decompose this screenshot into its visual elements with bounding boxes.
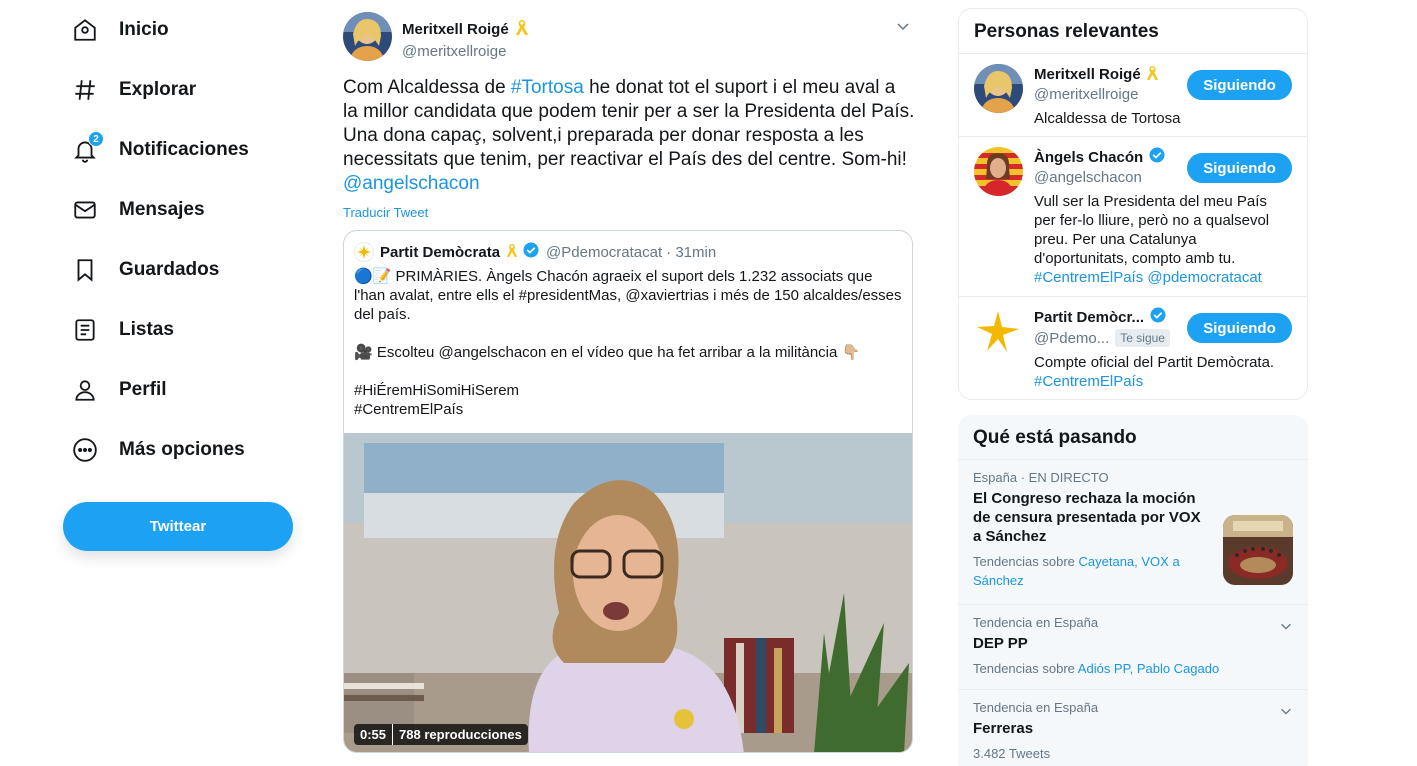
video-meta: 0:55 788 reproducciones — [354, 724, 528, 745]
nav-label: Notificaciones — [119, 139, 249, 160]
bookmark-icon — [72, 257, 98, 283]
nav-item-home[interactable]: Inicio — [60, 0, 320, 60]
nav-label: Más opciones — [119, 439, 245, 460]
person-name[interactable]: Àngels Chacón — [1034, 149, 1143, 166]
nav-item-bookmarks[interactable]: Guardados — [60, 240, 320, 300]
video-frame — [344, 433, 912, 752]
chevron-down-icon[interactable] — [1279, 619, 1293, 633]
trend-tweet-count: 3.482 Tweets — [973, 746, 1051, 761]
video-player[interactable]: 0:55 788 reproducciones — [344, 433, 912, 752]
video-duration: 0:55 — [360, 727, 387, 742]
person-card[interactable]: Àngels Chacón @angelschacon Vull ser la … — [959, 137, 1307, 297]
nav-item-notifications[interactable]: 2 Notificaciones — [60, 120, 320, 180]
relevant-people-panel: Personas relevantes Meritxell Roigé @mer… — [958, 8, 1308, 400]
person-name[interactable]: Meritxell Roigé — [1034, 66, 1141, 83]
trend-title: Ferreras — [973, 720, 1034, 737]
avatar[interactable] — [974, 307, 1023, 356]
bio-links[interactable]: #CentremElPaís — [1034, 373, 1143, 390]
quoted-author-handle: @Pdemocratacat — [546, 243, 663, 261]
trend-title: El Congreso rechaza la moción de censura… — [973, 490, 1201, 545]
nav-item-explore[interactable]: Explorar — [60, 60, 320, 120]
yellow-ribbon-icon — [506, 242, 518, 262]
quoted-tweet[interactable]: Partit Demòcrata @Pdemocratacat · 31min … — [343, 230, 913, 753]
list-icon — [72, 317, 98, 343]
yellow-ribbon-icon — [515, 18, 529, 40]
nav-item-lists[interactable]: Listas — [60, 300, 320, 360]
tweet-header: Meritxell Roigé @meritxellroige — [343, 12, 915, 64]
verified-icon — [1149, 306, 1167, 328]
quoted-time: · 31min — [666, 243, 717, 261]
author-name[interactable]: Meritxell Roigé — [402, 21, 509, 38]
following-button[interactable]: Siguiendo — [1187, 70, 1292, 100]
trend-thumbnail — [1223, 515, 1293, 585]
trend-meta: Tendencia en España — [973, 615, 1099, 630]
following-button[interactable]: Siguiendo — [1187, 313, 1292, 343]
nav-label: Mensajes — [119, 199, 205, 220]
trend-item[interactable]: Tendencia en España DEP PP Tendencias so… — [958, 605, 1308, 690]
nav-item-more[interactable]: Más opciones — [60, 420, 320, 480]
nav-label: Explorar — [119, 79, 197, 100]
notification-badge: 2 — [88, 131, 104, 147]
following-button[interactable]: Siguiendo — [1187, 153, 1292, 183]
sidebar-nav: Inicio Explorar 2 Notificaciones Mensaje… — [60, 0, 320, 480]
nav-item-profile[interactable]: Perfil — [60, 360, 320, 420]
person-handle[interactable]: @Pdemo... — [1034, 330, 1109, 347]
person-card[interactable]: Meritxell Roigé @meritxellroige Alcaldes… — [959, 54, 1307, 137]
tweet: Meritxell Roigé @meritxellroige Com Alca… — [343, 12, 915, 753]
more-icon — [72, 437, 98, 463]
hash-icon — [72, 77, 98, 103]
person-bio: Alcaldessa de Tortosa — [1034, 110, 1181, 127]
hashtag-link[interactable]: #Tortosa — [511, 77, 584, 98]
panel-title: Qué está pasando — [958, 415, 1308, 460]
nav-label: Guardados — [119, 259, 220, 280]
person-name[interactable]: Partit Demòcr... — [1034, 309, 1144, 326]
nav-label: Inicio — [119, 19, 169, 40]
person-bio: Compte oficial del Partit Demòcrata. — [1034, 354, 1275, 371]
video-views: 788 reproducciones — [399, 727, 522, 742]
trend-title: DEP PP — [973, 635, 1028, 652]
nav-label: Listas — [119, 319, 174, 340]
translate-link[interactable]: Traducir Tweet — [343, 205, 915, 220]
quoted-author-name: Partit Demòcrata — [380, 243, 501, 261]
verified-icon — [522, 241, 540, 263]
tweet-button[interactable]: Twittear — [63, 502, 293, 551]
avatar[interactable] — [974, 147, 1023, 196]
trend-meta: España · EN DIRECTO — [973, 470, 1109, 485]
party-logo-icon — [354, 242, 374, 262]
trend-meta: Tendencia en España — [973, 700, 1099, 715]
avatar[interactable] — [974, 64, 1023, 113]
verified-icon — [1148, 146, 1166, 168]
avatar[interactable] — [343, 12, 392, 61]
quoted-text: 🔵📝 PRIMÀRIES. Àngels Chacón agraeix el s… — [354, 268, 902, 418]
nav-item-messages[interactable]: Mensajes — [60, 180, 320, 240]
follows-you-badge: Te sigue — [1115, 329, 1170, 347]
panel-title: Personas relevantes — [959, 9, 1307, 54]
trend-item[interactable]: Tendencia en España Ferreras 3.482 Tweet… — [958, 690, 1308, 766]
person-card[interactable]: Partit Demòcr... @Pdemo... Te sigue Comp… — [959, 297, 1307, 399]
yellow-ribbon-icon — [1146, 64, 1159, 85]
mail-icon — [72, 197, 98, 223]
tweet-text: Com Alcaldessa de #Tortosa he donat tot … — [343, 77, 915, 194]
person-bio: Vull ser la Presidenta del meu País per … — [1034, 193, 1270, 267]
trends-panel: Qué está pasando España · EN DIRECTO El … — [958, 415, 1308, 766]
chevron-down-icon[interactable] — [895, 18, 911, 34]
author-handle[interactable]: @meritxellroige — [402, 43, 529, 60]
home-icon — [72, 17, 98, 43]
chevron-down-icon[interactable] — [1279, 704, 1293, 718]
bell-icon: 2 — [72, 131, 104, 163]
trend-related-links[interactable]: Adiós PP, Pablo Cagado — [1078, 661, 1219, 676]
person-icon — [72, 377, 98, 403]
bio-links[interactable]: #CentremElPaís @pdemocratacat — [1034, 269, 1262, 286]
trend-item[interactable]: España · EN DIRECTO El Congreso rechaza … — [958, 460, 1308, 605]
mention-link[interactable]: @angelschacon — [343, 173, 480, 194]
nav-label: Perfil — [119, 379, 167, 400]
